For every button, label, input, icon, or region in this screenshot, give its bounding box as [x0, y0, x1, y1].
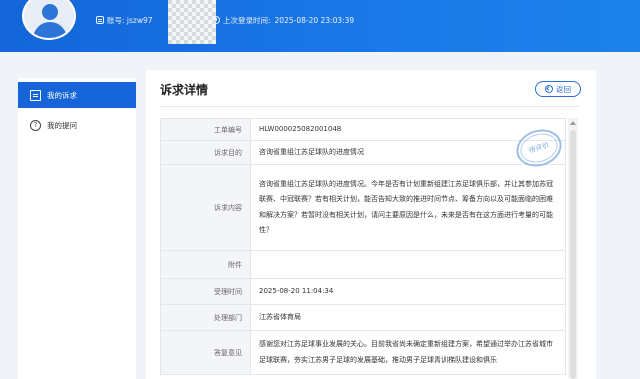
- scrollbar[interactable]: [568, 118, 578, 379]
- back-button[interactable]: 返回: [535, 81, 581, 97]
- sidebar-item-my-requests[interactable]: 我的诉求: [18, 82, 136, 108]
- table-row: 工单编号 HLW000025082001048: [160, 118, 566, 141]
- table-row: 处理部门 江苏省体育局: [160, 304, 566, 331]
- page-title: 诉求详情: [160, 83, 209, 97]
- top-header: 账号: jszw97 上次登录时间: 2025-08-20 23:03:39: [0, 0, 640, 52]
- detail-panel: 诉求详情 返回 工单编号 HLW000025082001048 诉求目的 咨询省…: [146, 70, 596, 379]
- sidebar-item-my-questions[interactable]: ? 我的提问: [18, 112, 136, 138]
- table-row: 附件: [160, 250, 566, 279]
- row-label: 诉求目的: [160, 140, 251, 165]
- reply-opinion: 感谢您对江苏足球事业发展的关心。目前我省尚未确定重新组建方案，希望通过举办江苏省…: [250, 330, 566, 375]
- table-row: 答复意见 感谢您对江苏足球事业发展的关心。目前我省尚未确定重新组建方案，希望通过…: [160, 330, 566, 375]
- scroll-thumb[interactable]: [570, 130, 576, 379]
- request-content: 咨询省重组江苏足球队的进度情况。今年是否有计划重新组建江苏足球俱乐部，并让其参加…: [250, 164, 566, 251]
- last-login-label: 上次登录时间:: [223, 15, 271, 25]
- scroll-up-icon[interactable]: [570, 121, 576, 125]
- row-label: 处理部门: [160, 304, 251, 331]
- question-icon: ?: [30, 119, 41, 131]
- account-label: 账号: jszw97: [107, 15, 153, 25]
- message-icon: [30, 89, 41, 101]
- attachment-value: [250, 250, 566, 279]
- sidebar-item-label: 我的诉求: [47, 90, 77, 100]
- redacted-mosaic: [168, 0, 216, 44]
- row-label: 附件: [160, 250, 251, 279]
- table-row: 受理时间 2025-08-20 11:04:34: [160, 278, 566, 305]
- last-login-time: 2025-08-20 23:03:39: [274, 15, 355, 25]
- detail-table: 工单编号 HLW000025082001048 诉求目的 咨询省重组江苏足球队的…: [160, 118, 566, 375]
- handling-department: 江苏省体育局: [250, 304, 566, 331]
- table-row: 诉求内容 咨询省重组江苏足球队的进度情况。今年是否有计划重新组建江苏足球俱乐部，…: [160, 164, 566, 251]
- title-divider: [160, 106, 580, 107]
- account-icon: [96, 16, 104, 24]
- row-label: 诉求内容: [160, 164, 251, 251]
- back-button-label: 返回: [556, 84, 571, 94]
- ticket-number: HLW000025082001048: [250, 118, 566, 141]
- avatar[interactable]: [22, 0, 76, 40]
- sidebar: 我的诉求 ? 我的提问: [18, 78, 136, 379]
- row-label: 答复意见: [160, 330, 251, 375]
- table-row: 诉求目的 咨询省重组江苏足球队的进度情况: [160, 140, 566, 165]
- stamp-label: 待评价: [527, 140, 551, 156]
- account-info: 账号: jszw97: [96, 14, 153, 26]
- last-login-info: 上次登录时间: 2025-08-20 23:03:39: [212, 14, 354, 26]
- sidebar-item-label: 我的提问: [47, 120, 77, 130]
- accept-time: 2025-08-20 11:04:34: [250, 278, 566, 305]
- row-label: 受理时间: [160, 278, 251, 305]
- row-label: 工单编号: [160, 118, 251, 141]
- avatar-head-shape: [42, 4, 58, 20]
- clock-icon: [212, 16, 220, 24]
- back-icon: [545, 85, 553, 93]
- avatar-body-shape: [33, 22, 67, 38]
